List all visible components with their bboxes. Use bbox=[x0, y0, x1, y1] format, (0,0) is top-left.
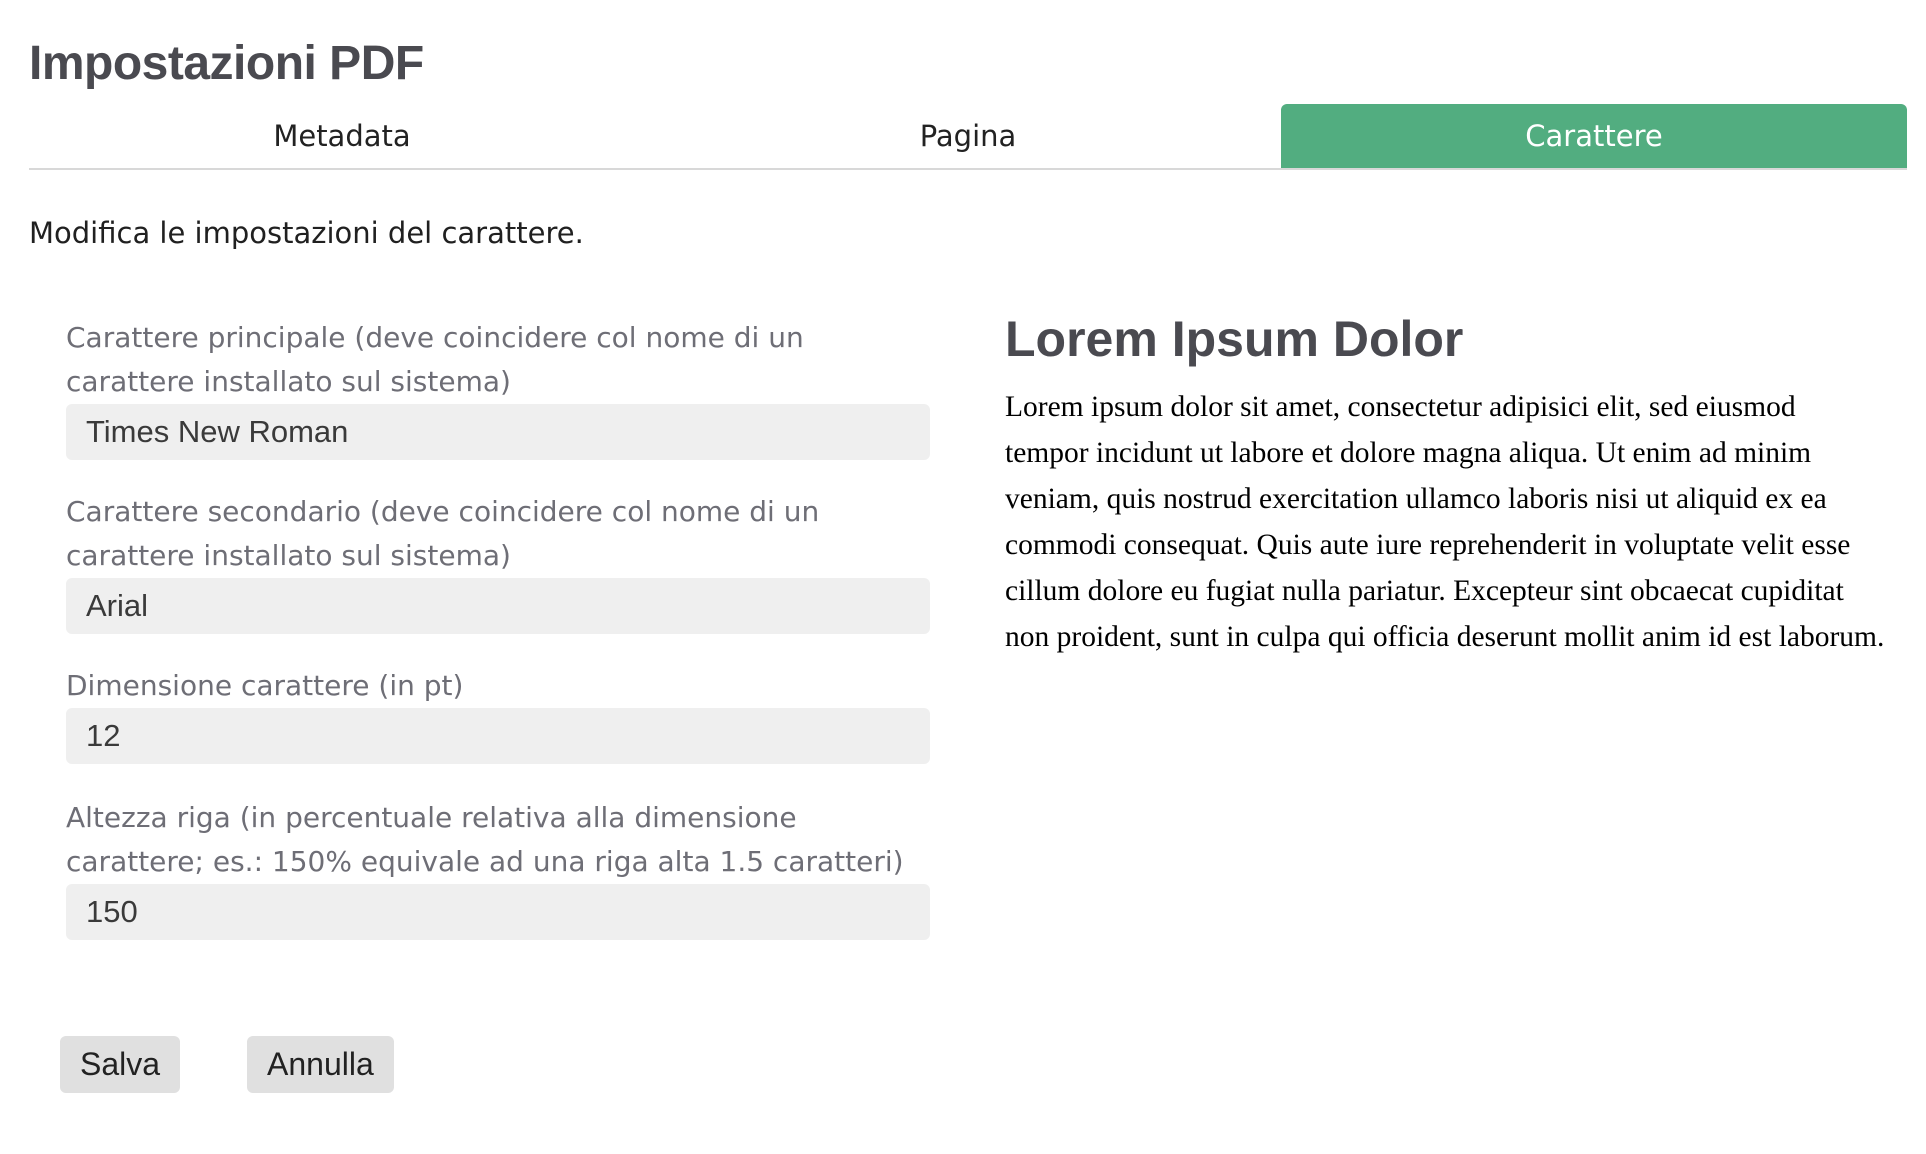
main-font-field-group: Carattere principale (deve coincidere co… bbox=[66, 316, 930, 460]
tab-bar: Metadata Pagina Carattere bbox=[29, 104, 1907, 170]
save-button[interactable]: Salva bbox=[60, 1036, 181, 1093]
cancel-button[interactable]: Annulla bbox=[247, 1036, 394, 1093]
tab-pagina[interactable]: Pagina bbox=[655, 104, 1281, 168]
secondary-font-input[interactable] bbox=[66, 578, 930, 634]
font-preview: Lorem Ipsum Dolor Lorem ipsum dolor sit … bbox=[1005, 306, 1885, 660]
tab-metadata[interactable]: Metadata bbox=[29, 104, 655, 168]
secondary-font-field-group: Carattere secondario (deve coincidere co… bbox=[66, 490, 930, 634]
preview-body-text: Lorem ipsum dolor sit amet, consectetur … bbox=[1005, 391, 1885, 653]
tab-carattere[interactable]: Carattere bbox=[1281, 104, 1907, 168]
preview-title: Lorem Ipsum Dolor bbox=[1005, 311, 1464, 367]
main-font-label: Carattere principale (deve coincidere co… bbox=[66, 321, 804, 398]
secondary-font-label: Carattere secondario (deve coincidere co… bbox=[66, 495, 820, 572]
font-size-label: Dimensione carattere (in pt) bbox=[66, 669, 464, 702]
line-height-input[interactable] bbox=[66, 884, 930, 940]
font-size-field-group: Dimensione carattere (in pt) bbox=[66, 664, 930, 764]
section-description: Modifica le impostazioni del carattere. bbox=[29, 216, 584, 250]
line-height-field-group: Altezza riga (in percentuale relativa al… bbox=[66, 796, 930, 940]
font-size-input[interactable] bbox=[66, 708, 930, 764]
page-title: Impostazioni PDF bbox=[29, 37, 424, 90]
main-font-input[interactable] bbox=[66, 404, 930, 460]
line-height-label: Altezza riga (in percentuale relativa al… bbox=[66, 801, 904, 878]
